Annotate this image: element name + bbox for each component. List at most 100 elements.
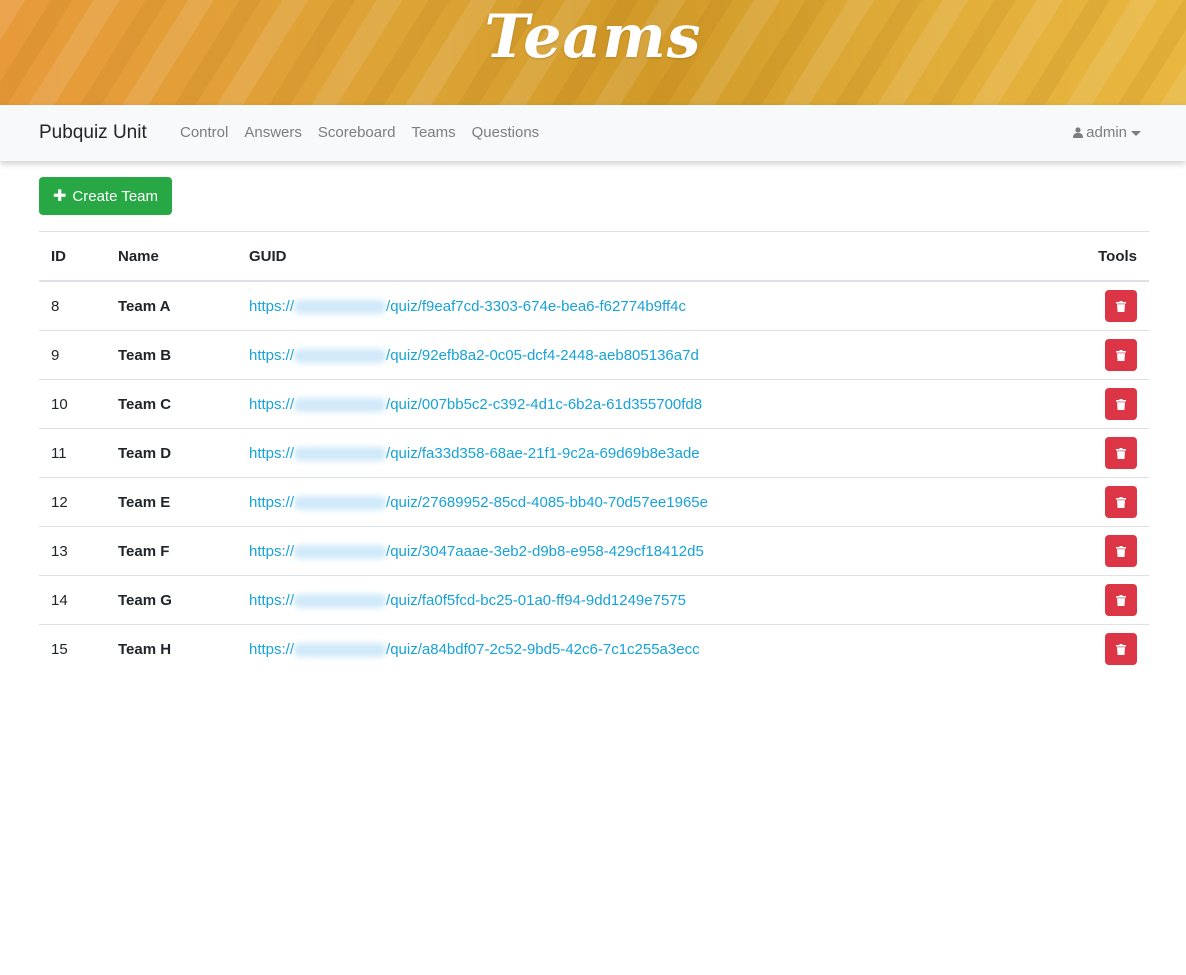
header-tools: Tools (1043, 231, 1149, 282)
team-guid-link[interactable]: https:// /quiz/fa0f5fcd-bc25-01a0-ff94-9d… (249, 592, 686, 609)
team-guid-link[interactable]: https:// /quiz/92efb8a2-0c05-dcf4-2448-ae… (249, 347, 699, 364)
guid-url-scheme: https:// (249, 591, 295, 609)
team-id: 14 (39, 575, 106, 625)
team-guid-link[interactable]: https:// /quiz/3047aaae-3eb2-d9b8-e958-42… (249, 543, 704, 560)
team-tools-cell (1044, 625, 1149, 674)
delete-team-button[interactable] (1105, 437, 1137, 469)
chevron-down-icon (1131, 130, 1141, 136)
delete-team-button[interactable] (1105, 584, 1137, 616)
guid-url-scheme: https:// (249, 640, 295, 658)
redacted-host (294, 446, 387, 461)
top-navbar: Pubquiz Unit Control Answers Scoreboard … (0, 105, 1186, 161)
create-team-label: Create Team (72, 187, 159, 205)
page-banner: Teams (0, 0, 1186, 105)
table-row: 11 Team D https:// /quiz/fa33d358-68ae-21f1… (39, 428, 1149, 478)
nav-links: Control Answers Scoreboard Teams Questio… (180, 124, 555, 141)
teams-table-body: 8 Team A https:// /quiz/f9eaf7cd-3303-674e-… (39, 281, 1149, 673)
guid-url-scheme: https:// (249, 444, 295, 462)
guid-url-path: /quiz/27689952-85cd-4085-bb40-70d57ee196… (386, 493, 708, 511)
team-guid-cell: https:// /quiz/f9eaf7cd-3303-674e-bea6-f6… (237, 281, 1044, 331)
guid-url-path: /quiz/fa0f5fcd-bc25-01a0-ff94-9dd1249e75… (386, 591, 686, 609)
guid-url-path: /quiz/a84bdf07-2c52-9bd5-42c6-7c1c255a3e… (386, 640, 700, 658)
team-name: Team G (106, 575, 237, 625)
nav-link-questions[interactable]: Questions (472, 124, 540, 141)
team-guid-link[interactable]: https:// /quiz/f9eaf7cd-3303-674e-bea6-f6… (249, 298, 686, 315)
create-team-button[interactable]: ✚ Create Team (39, 177, 173, 215)
table-row: 12 Team E https:// /quiz/27689952-85cd-4085… (39, 477, 1149, 527)
delete-team-button[interactable] (1105, 290, 1137, 322)
guid-url-path: /quiz/007bb5c2-c392-4d1c-6b2a-61d355700f… (386, 395, 703, 413)
table-row: 14 Team G https:// /quiz/fa0f5fcd-bc25-01a0… (39, 575, 1149, 625)
team-name: Team F (106, 526, 237, 576)
team-guid-link[interactable]: https:// /quiz/a84bdf07-2c52-9bd5-42c6-7c… (249, 641, 700, 658)
team-guid-link[interactable]: https:// /quiz/fa33d358-68ae-21f1-9c2a-69… (249, 445, 700, 462)
table-row: 13 Team F https:// /quiz/3047aaae-3eb2-d9b8… (39, 526, 1149, 576)
user-icon (1073, 127, 1084, 138)
guid-url-path: /quiz/f9eaf7cd-3303-674e-bea6-f62774b9ff… (386, 297, 686, 315)
team-id: 12 (39, 477, 106, 527)
team-name: Team D (106, 428, 237, 478)
header-name: Name (106, 231, 237, 282)
team-id: 8 (39, 281, 106, 331)
plus-icon: ✚ (53, 188, 67, 205)
trash-icon (1116, 643, 1126, 655)
guid-url-scheme: https:// (249, 542, 295, 560)
delete-team-button[interactable] (1105, 388, 1137, 420)
trash-icon (1116, 545, 1126, 557)
redacted-host (294, 299, 387, 314)
header-guid: GUID (237, 231, 1044, 282)
trash-icon (1116, 496, 1126, 508)
nav-link-answers[interactable]: Answers (244, 124, 302, 141)
team-id: 9 (39, 330, 106, 380)
redacted-host (294, 397, 387, 412)
team-guid-cell: https:// /quiz/fa0f5fcd-bc25-01a0-ff94-9d… (237, 575, 1044, 625)
team-tools-cell (1043, 428, 1149, 478)
trash-icon (1116, 398, 1126, 410)
guid-url-path: /quiz/92efb8a2-0c05-dcf4-2448-aeb805136a… (386, 346, 699, 364)
nav-link-teams[interactable]: Teams (411, 124, 455, 141)
user-menu-toggle[interactable]: admin (1073, 124, 1141, 141)
redacted-host (294, 495, 387, 510)
trash-icon (1116, 300, 1126, 312)
team-guid-cell: https:// /quiz/92efb8a2-0c05-dcf4-2448-ae… (237, 330, 1044, 380)
delete-team-button[interactable] (1105, 633, 1137, 665)
team-id: 15 (51, 640, 68, 658)
team-guid-cell: https:// /quiz/fa33d358-68ae-21f1-9c2a-69… (237, 428, 1044, 478)
trash-icon (1116, 447, 1126, 459)
team-tools-cell (1043, 379, 1149, 429)
delete-team-button[interactable] (1105, 486, 1137, 518)
guid-url-path: /quiz/3047aaae-3eb2-d9b8-e958-429cf18412… (386, 542, 704, 560)
delete-team-button[interactable] (1105, 535, 1137, 567)
team-tools-cell (1043, 477, 1149, 527)
guid-url-scheme: https:// (249, 297, 295, 315)
navbar-brand[interactable]: Pubquiz Unit (39, 122, 147, 144)
table-row: 9 Team B https:// /quiz/92efb8a2-0c05-dcf4-… (39, 330, 1149, 380)
redacted-host (294, 642, 387, 657)
guid-url-scheme: https:// (249, 395, 295, 413)
table-row: 15 Team H https:// /quiz/a84bdf07-2c52-9bd5… (39, 625, 1149, 674)
table-row: 10 Team C https:// /quiz/007bb5c2-c392-4d1c… (39, 379, 1149, 429)
team-name: Team E (106, 477, 237, 527)
team-guid-link[interactable]: https:// /quiz/007bb5c2-c392-4d1c-6b2a-61… (249, 396, 702, 413)
redacted-host (294, 348, 387, 363)
page-title: Teams (484, 2, 702, 72)
user-name: admin (1086, 124, 1127, 141)
nav-link-scoreboard[interactable]: Scoreboard (318, 124, 396, 141)
team-guid-cell: https:// /quiz/27689952-85cd-4085-bb40-70… (237, 477, 1044, 527)
table-header-row: ID Name GUID Tools (39, 231, 1149, 282)
team-guid-cell: https:// /quiz/a84bdf07-2c52-9bd5-42c6-7c… (237, 625, 1044, 674)
guid-url-scheme: https:// (249, 346, 295, 364)
team-name: Team H (118, 640, 172, 658)
team-tools-cell (1043, 526, 1149, 576)
team-guid-link[interactable]: https:// /quiz/27689952-85cd-4085-bb40-70… (249, 494, 708, 511)
redacted-host (294, 593, 387, 608)
guid-url-path: /quiz/fa33d358-68ae-21f1-9c2a-69d69b8e3a… (386, 444, 700, 462)
delete-team-button[interactable] (1105, 339, 1137, 371)
team-name: Team B (106, 330, 237, 380)
teams-table: ID Name GUID Tools 8 Team A https:// /quiz/… (39, 231, 1149, 673)
trash-icon (1116, 349, 1126, 361)
team-tools-cell (1043, 575, 1149, 625)
nav-link-control[interactable]: Control (180, 124, 228, 141)
team-id: 13 (39, 526, 106, 576)
team-guid-cell: https:// /quiz/3047aaae-3eb2-d9b8-e958-42… (237, 526, 1044, 576)
